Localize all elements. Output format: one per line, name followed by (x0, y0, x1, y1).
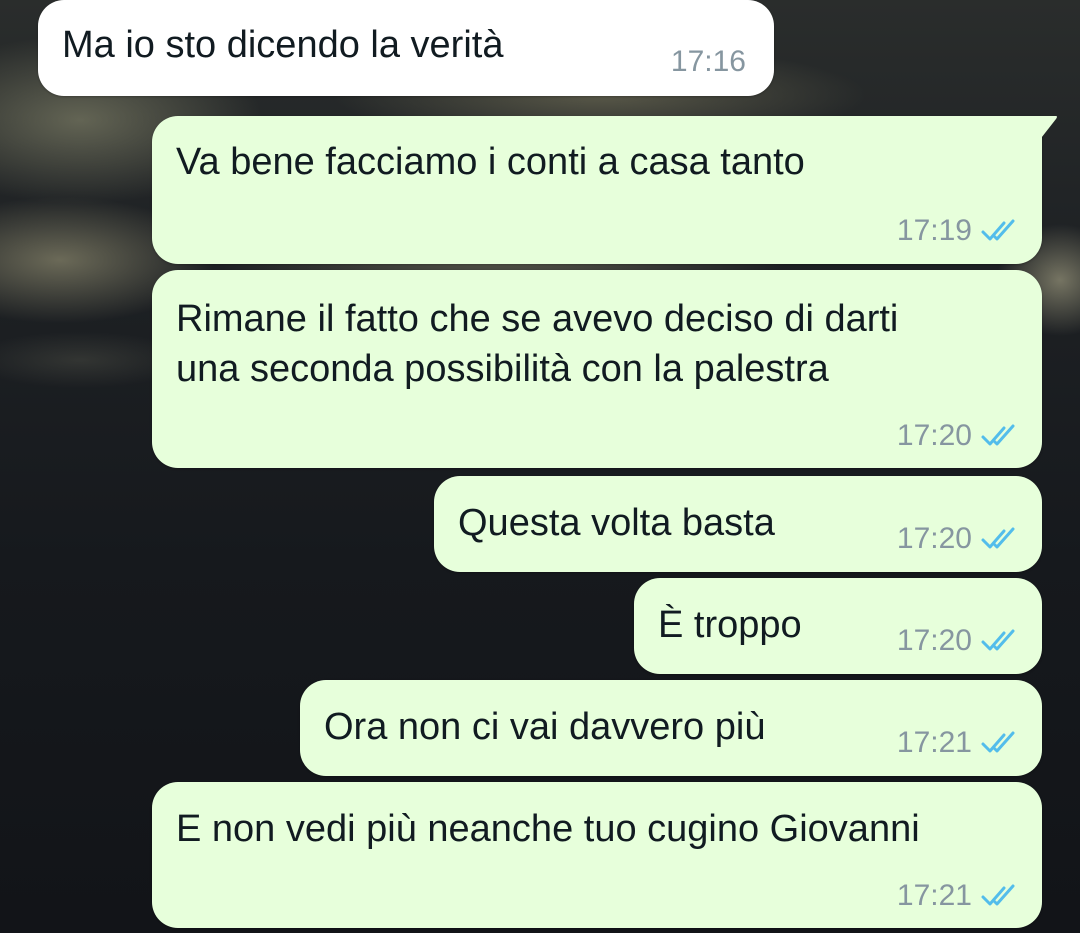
message-bubble-outgoing[interactable]: Ora non ci vai davvero più 17:21 (300, 680, 1042, 776)
message-meta: 17:16 (671, 45, 746, 79)
double-check-icon (981, 884, 1015, 906)
message-bubble-incoming[interactable]: Ma io sto dicendo la verità 17:16 (38, 0, 774, 96)
message-bubble-outgoing[interactable]: Questa volta basta 17:20 (434, 476, 1042, 572)
message-meta: 17:20 (897, 419, 1020, 453)
message-text: Va bene facciamo i conti a casa tanto (176, 141, 805, 183)
message-bubble-outgoing[interactable]: È troppo 17:20 (634, 578, 1042, 674)
message-text: Ora non ci vai davvero più (324, 706, 766, 748)
message-time: 17:16 (670, 45, 746, 78)
message-text-line: una seconda possibilità con la palestra (176, 348, 829, 390)
message-bubble-outgoing[interactable]: Rimane il fatto che se avevo deciso di d… (152, 270, 1042, 468)
message-meta: 17:19 (897, 214, 1020, 248)
message-meta: 17:21 (897, 879, 1020, 913)
message-text: È troppo (658, 604, 802, 646)
message-meta: 17:20 (897, 624, 1020, 658)
message-time: 17:21 (896, 879, 972, 912)
double-check-icon (981, 424, 1015, 446)
message-time: 17:21 (896, 726, 972, 759)
message-bubble-outgoing[interactable]: E non vedi più neanche tuo cugino Giovan… (152, 782, 1042, 928)
double-check-icon (981, 527, 1015, 549)
message-text: Ma io sto dicendo la verità (62, 24, 504, 66)
message-meta: 17:21 (897, 726, 1020, 760)
message-list[interactable]: Ma io sto dicendo la verità 17:16 Va ben… (0, 0, 1080, 933)
bubble-tail (1026, 116, 1057, 142)
message-time: 17:20 (896, 522, 972, 555)
message-time: 17:19 (896, 214, 972, 247)
message-time: 17:20 (896, 419, 972, 452)
message-time: 17:20 (896, 624, 972, 657)
message-text: E non vedi più neanche tuo cugino Giovan… (176, 808, 920, 850)
double-check-icon (981, 219, 1015, 241)
message-text-line: Rimane il fatto che se avevo deciso di d… (176, 298, 899, 340)
double-check-icon (981, 731, 1015, 753)
double-check-icon (981, 629, 1015, 651)
message-text: Questa volta basta (458, 502, 775, 544)
message-bubble-outgoing[interactable]: Va bene facciamo i conti a casa tanto 17… (152, 116, 1057, 264)
message-meta: 17:20 (897, 522, 1020, 556)
